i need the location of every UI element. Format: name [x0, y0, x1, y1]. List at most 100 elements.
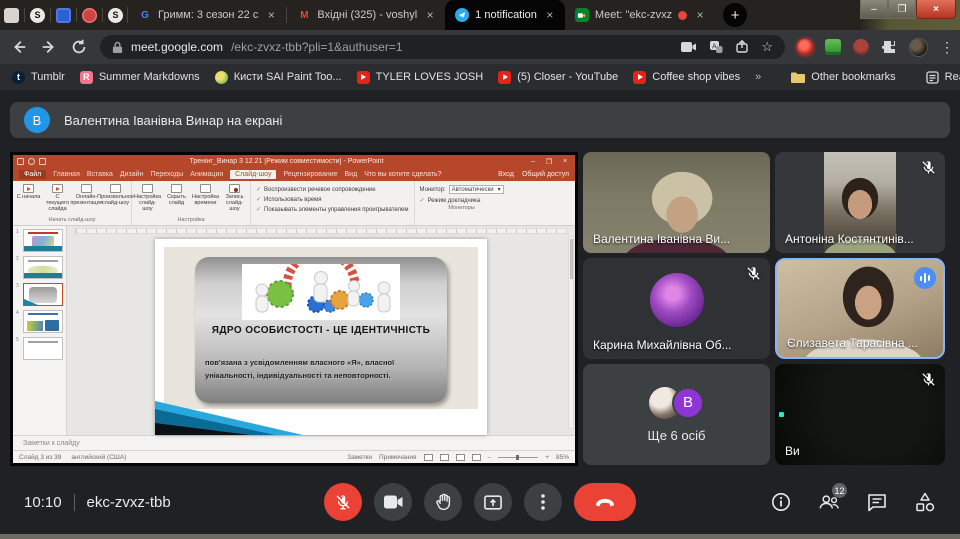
more-options-button[interactable]	[524, 483, 562, 521]
reload-icon[interactable]	[70, 38, 88, 56]
chat-button[interactable]	[866, 491, 888, 513]
reading-list-button[interactable]: Reading list	[926, 71, 960, 84]
present-online-button[interactable]: Онлайн-презентация	[73, 182, 100, 206]
slide-thumbnail-4[interactable]: 4	[16, 310, 64, 333]
camera-in-use-icon[interactable]	[681, 41, 697, 53]
close-tab-icon[interactable]: ×	[543, 8, 557, 22]
editor-scrollbar[interactable]	[568, 236, 574, 429]
shared-screen[interactable]: Тренінг_Винар 3 12.21 [Режим совместимос…	[10, 152, 578, 466]
extension-recorder-icon[interactable]	[797, 39, 813, 55]
custom-slideshow-button[interactable]: Произвольное слайд-шоу	[102, 182, 129, 206]
normal-view-icon[interactable]	[424, 454, 433, 461]
meeting-details-button[interactable]	[770, 491, 792, 513]
share-button[interactable]: Общий доступ	[522, 171, 569, 178]
bookmark-summer-markdowns[interactable]: RSummer Markdowns	[80, 71, 200, 84]
from-beginning-button[interactable]: С начала	[15, 182, 42, 200]
tell-me-box[interactable]: Что вы хотите сделать?	[364, 171, 441, 178]
restore-window-button[interactable]: ❐	[888, 0, 916, 19]
tile-more-participants[interactable]: B Ще 6 осіб	[583, 364, 770, 465]
translate-icon[interactable]: A	[709, 40, 723, 54]
slideshow-view-icon[interactable]	[472, 454, 481, 461]
menu-transitions[interactable]: Переходы	[150, 171, 183, 178]
menu-review[interactable]: Рецензирование	[283, 171, 337, 178]
leave-call-button[interactable]	[574, 483, 636, 521]
bookmark-tumblr[interactable]: tTumblr	[12, 71, 65, 84]
back-icon[interactable]	[10, 38, 28, 56]
monitor-dropdown[interactable]: Автоматически▾	[449, 185, 504, 194]
zoom-slider[interactable]	[498, 457, 538, 458]
close-tab-icon[interactable]: ×	[423, 8, 437, 22]
raise-hand-button[interactable]	[424, 483, 462, 521]
ppt-restore-button[interactable]: ❐	[543, 158, 555, 166]
menu-slideshow-active[interactable]: Слайд-шоу	[230, 170, 276, 179]
tab-meet[interactable]: Meet: "ekc-zvxz ×	[565, 0, 715, 30]
close-tab-icon[interactable]: ×	[264, 8, 278, 22]
zoom-out-icon[interactable]: –	[488, 454, 492, 461]
bookmark-closer-youtube[interactable]: (5) Closer - YouTube	[498, 71, 618, 84]
current-slide[interactable]: ЯДРО ОСОБИСТОСТІ - ЦЕ ІДЕНТИЧНІСТЬ пов'я…	[155, 239, 487, 435]
pinned-tab-blue-grid-icon[interactable]	[56, 8, 71, 23]
close-tab-icon[interactable]: ×	[693, 8, 707, 22]
use-timings-checkbox[interactable]: ✓Использовать время	[256, 196, 409, 203]
minimize-window-button[interactable]: –	[860, 0, 888, 19]
zoom-slider-knob[interactable]	[516, 455, 519, 460]
comments-toggle[interactable]: Примечания	[379, 454, 417, 461]
menu-view[interactable]: Вид	[345, 171, 358, 178]
bookmark-sai-brushes[interactable]: Кисти SAI Paint Too...	[215, 71, 342, 84]
browser-profile-avatar[interactable]	[909, 38, 928, 57]
mic-muted-button[interactable]	[324, 483, 362, 521]
ppt-close-button[interactable]: ×	[559, 158, 571, 165]
signin-link[interactable]: Вход	[498, 171, 514, 178]
new-tab-button[interactable]: +	[723, 3, 747, 27]
address-bar[interactable]: meet.google.com/ekc-zvxz-tbb?pli=1&authu…	[100, 35, 785, 59]
pinned-tab-image-icon[interactable]	[4, 8, 19, 23]
pinned-tab-globe-icon[interactable]: S	[30, 8, 45, 23]
zoom-level[interactable]: 85%	[556, 454, 569, 461]
menu-insert[interactable]: Вставка	[87, 171, 113, 178]
camera-button[interactable]	[374, 483, 412, 521]
tile-valentyna[interactable]: Валентина Іванівна Ви...	[583, 152, 770, 253]
tile-antonina[interactable]: Антоніна Костянтинів...	[775, 152, 945, 253]
extension-green-sprite-icon[interactable]	[825, 39, 841, 55]
tile-karyna[interactable]: Карина Михайлівна Об...	[583, 258, 770, 359]
scrollbar-knob[interactable]	[570, 239, 573, 279]
slide-thumbnail-3-selected[interactable]: 3	[16, 283, 64, 306]
tab-gmail[interactable]: M Вхідні (325) - voshyl ×	[287, 0, 445, 30]
notes-pane[interactable]: Заметки к слайду	[13, 435, 575, 450]
extensions-puzzle-icon[interactable]	[881, 39, 897, 55]
ppt-minimize-button[interactable]: –	[527, 158, 539, 165]
slide-thumbnail-1[interactable]: 1	[16, 229, 64, 252]
record-slideshow-button[interactable]: Запись слайд-шоу	[221, 182, 248, 212]
presenter-view-checkbox[interactable]: ✓Режим докладчика	[420, 197, 504, 204]
slide-sorter-view-icon[interactable]	[440, 454, 449, 461]
tab-telegram-active[interactable]: 1 notification ×	[445, 0, 565, 30]
rehearse-timings-button[interactable]: Настройка времени	[192, 182, 219, 206]
menu-file[interactable]: Файл	[19, 170, 46, 179]
notes-toggle[interactable]: Заметки	[347, 454, 372, 461]
slide-thumbnail-5[interactable]: 5	[16, 337, 64, 360]
bookmark-tyler-loves-josh[interactable]: TYLER LOVES JOSH	[357, 71, 484, 84]
slide-thumbnail-2[interactable]: 2	[16, 256, 64, 279]
bookmarks-overflow-icon[interactable]: »	[755, 71, 761, 83]
menu-home[interactable]: Главная	[53, 171, 80, 178]
tab-grimm[interactable]: G Гримм: 3 сезон 22 с ×	[128, 0, 286, 30]
close-window-button[interactable]: ×	[916, 0, 956, 19]
present-screen-button[interactable]	[474, 483, 512, 521]
forward-icon[interactable]	[40, 38, 58, 56]
save-icon[interactable]	[17, 158, 24, 165]
hide-slide-button[interactable]: Скрыть слайд	[163, 182, 190, 206]
show-media-controls-checkbox[interactable]: ✓Показывать элементы управления проигрыв…	[256, 206, 409, 213]
from-current-slide-button[interactable]: С текущего слайда	[44, 182, 71, 212]
activities-button[interactable]	[914, 491, 936, 513]
other-bookmarks-button[interactable]: Other bookmarks	[791, 71, 895, 83]
bookmark-coffee-shop-vibes[interactable]: Coffee shop vibes	[633, 71, 740, 84]
pinned-tab-globe2-icon[interactable]: S	[108, 8, 123, 23]
slide-thumbnail-panel[interactable]: 1 2 3 4 5	[13, 226, 67, 435]
start-slideshow-icon[interactable]	[39, 158, 46, 165]
browser-menu-icon[interactable]: ⋮	[940, 42, 950, 52]
pinned-tab-red-circle-icon[interactable]	[82, 8, 97, 23]
zoom-in-icon[interactable]: +	[545, 454, 549, 461]
menu-animations[interactable]: Анимация	[190, 171, 223, 178]
tile-yelyzaveta-speaking[interactable]: Єлизавета Тарасівна ...	[775, 258, 945, 359]
share-icon[interactable]	[735, 40, 749, 54]
